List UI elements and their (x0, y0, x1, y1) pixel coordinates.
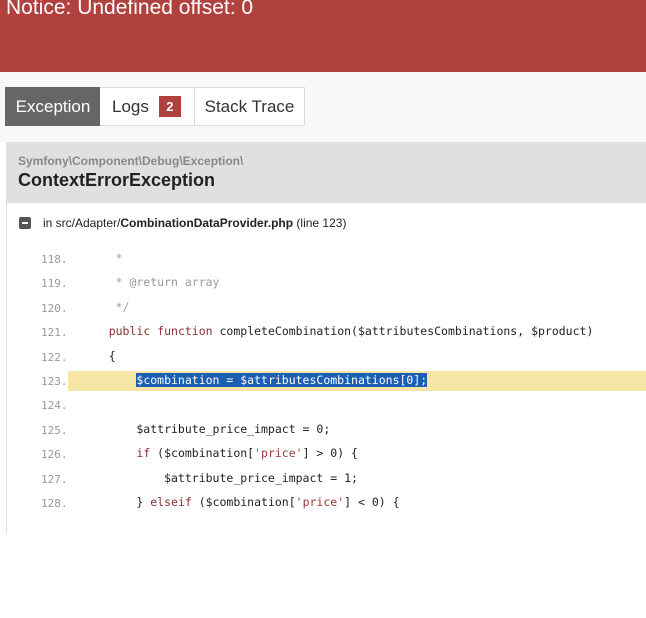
code-line: 119. * @return array (7, 271, 646, 295)
code-text: } elseif ($combination['price'] < 0) { (81, 494, 400, 509)
code-line: 128. } elseif ($combination['price'] < 0… (7, 491, 646, 515)
code-text: $attribute_price_impact = 0; (81, 421, 331, 436)
exception-namespace: Symfony\Component\Debug\Exception\ (18, 154, 244, 168)
code-excerpt: 118. * 119. * @return array 120. */121. pu… (7, 247, 646, 515)
code-text: { (81, 348, 116, 363)
line-number: 123. (41, 374, 68, 388)
code-line: 123. $combination = $attributesCombinati… (7, 369, 646, 393)
code-text: $attribute_price_impact = 1; (81, 470, 358, 485)
error-title: Notice: Undefined offset: 0 (6, 0, 254, 19)
line-number: 125. (41, 423, 68, 437)
code-line: 126. if ($combination['price'] > 0) { (7, 442, 646, 466)
tab-logs[interactable]: Logs 2 (100, 87, 195, 126)
line-number: 118. (41, 253, 68, 266)
code-line: 118. * (7, 247, 646, 271)
code-line: 124. (7, 393, 646, 417)
exception-header: Symfony\Component\Debug\Exception\ Conte… (7, 143, 646, 203)
tab-exception-label: Exception (15, 97, 91, 116)
code-line: 121. public function completeCombination… (7, 320, 646, 344)
code-text: */ (81, 299, 130, 314)
minus-square-icon[interactable] (19, 217, 31, 229)
line-number: 128. (41, 496, 68, 510)
tab-stack-trace-label: Stack Trace (204, 97, 295, 116)
code-line: 120. */ (7, 296, 646, 320)
code-line: 122. { (7, 345, 646, 369)
code-text: * @return array (81, 275, 220, 290)
logs-count-badge: 2 (158, 95, 181, 117)
line-number: 120. (41, 301, 68, 315)
tab-logs-label: Logs (112, 97, 149, 116)
exception-class: ContextErrorException (18, 170, 216, 190)
exception-panel: Symfony\Component\Debug\Exception\ Conte… (6, 142, 646, 534)
line-number: 127. (41, 472, 68, 486)
file-name: CombinationDataProvider.php (120, 216, 294, 230)
tab-bar: Exception Logs 2 Stack Trace (0, 72, 646, 142)
code-line: 125. $attribute_price_impact = 0; (7, 418, 646, 442)
code-text: * (81, 251, 123, 265)
code-text: $combination = $attributesCombinations[0… (136, 372, 428, 387)
code-line: 127. $attribute_price_impact = 1; (7, 467, 646, 491)
file-prefix: in src/Adapter/ (43, 216, 121, 230)
error-header: Notice: Undefined offset: 0 (0, 0, 646, 72)
line-number: 126. (41, 448, 68, 462)
line-number: 119. (41, 277, 68, 291)
code-text: if ($combination['price'] > 0) { (136, 446, 358, 461)
line-number: 124. (41, 399, 68, 413)
line-number: 121. (41, 326, 68, 340)
file-line-info: (line 123) (296, 216, 347, 230)
code-text: public function completeCombination($att… (108, 324, 594, 339)
tab-stack-trace[interactable]: Stack Trace (194, 87, 305, 126)
line-number: 122. (41, 350, 68, 364)
file-location: in src/Adapter/CombinationDataProvider.p… (19, 213, 346, 233)
tab-exception[interactable]: Exception (5, 87, 101, 126)
